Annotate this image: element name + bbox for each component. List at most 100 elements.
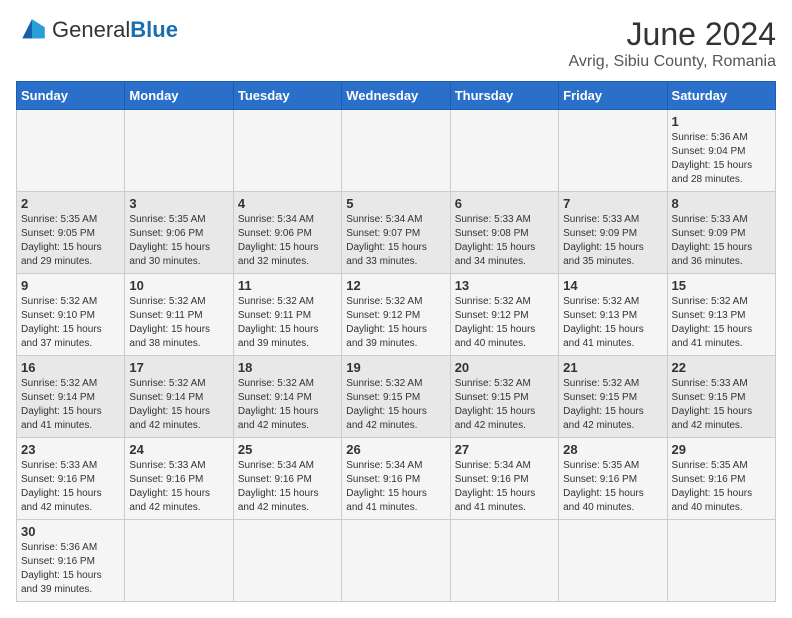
day-number: 15 (672, 278, 771, 293)
calendar-cell: 8Sunrise: 5:33 AM Sunset: 9:09 PM Daylig… (667, 192, 775, 274)
calendar-week-4: 16 Sunrise: 5:32 AM Sunset: 9:14 PM Dayli… (17, 356, 776, 438)
day-info: Sunrise: 5:36 AM Sunset: 9:16 PM Dayligh… (21, 541, 120, 597)
calendar-cell: 3Sunrise: 5:35 AM Sunset: 9:06 PM Daylig… (125, 192, 233, 274)
day-info: Sunrise: 5:32 AM Sunset: 9:14 PM Dayligh… (238, 377, 337, 433)
header-friday: Friday (559, 82, 667, 110)
title-area: June 2024 Avrig, Sibiu County, Romania (568, 16, 776, 71)
day-number: 9 (21, 278, 120, 293)
logo-text: GeneralBlue (52, 17, 178, 43)
day-number: 18 (238, 360, 337, 375)
calendar-cell: 9 Sunrise: 5:32 AM Sunset: 9:10 PM Daylig… (17, 274, 125, 356)
calendar-cell (17, 110, 125, 192)
calendar-cell (559, 110, 667, 192)
day-info: Sunrise: 5:32 AM Sunset: 9:11 PM Dayligh… (129, 295, 228, 351)
calendar-week-5: 23 Sunrise: 5:33 AM Sunset: 9:16 PM Dayli… (17, 438, 776, 520)
day-number: 24 (129, 442, 228, 457)
calendar-cell: 21Sunrise: 5:32 AM Sunset: 9:15 PM Dayli… (559, 356, 667, 438)
calendar-week-3: 9 Sunrise: 5:32 AM Sunset: 9:10 PM Daylig… (17, 274, 776, 356)
calendar-week-2: 2 Sunrise: 5:35 AM Sunset: 9:05 PM Daylig… (17, 192, 776, 274)
calendar-cell: 17Sunrise: 5:32 AM Sunset: 9:14 PM Dayli… (125, 356, 233, 438)
header-saturday: Saturday (667, 82, 775, 110)
day-info: Sunrise: 5:34 AM Sunset: 9:06 PM Dayligh… (238, 213, 337, 269)
calendar-cell: 23 Sunrise: 5:33 AM Sunset: 9:16 PM Dayli… (17, 438, 125, 520)
day-info: Sunrise: 5:33 AM Sunset: 9:09 PM Dayligh… (672, 213, 771, 269)
day-number: 5 (346, 196, 445, 211)
calendar-cell (125, 520, 233, 602)
day-number: 7 (563, 196, 662, 211)
calendar-cell (233, 520, 341, 602)
calendar-cell: 22Sunrise: 5:33 AM Sunset: 9:15 PM Dayli… (667, 356, 775, 438)
calendar-cell: 24 Sunrise: 5:33 AM Sunset: 9:16 PM Dayli… (125, 438, 233, 520)
day-number: 21 (563, 360, 662, 375)
day-number: 12 (346, 278, 445, 293)
calendar-cell: 29Sunrise: 5:35 AM Sunset: 9:16 PM Dayli… (667, 438, 775, 520)
day-number: 27 (455, 442, 554, 457)
calendar-cell: 4 Sunrise: 5:34 AM Sunset: 9:06 PM Daylig… (233, 192, 341, 274)
day-info: Sunrise: 5:34 AM Sunset: 9:16 PM Dayligh… (346, 459, 445, 515)
calendar-cell: 12Sunrise: 5:32 AM Sunset: 9:12 PM Dayli… (342, 274, 450, 356)
day-info: Sunrise: 5:35 AM Sunset: 9:05 PM Dayligh… (21, 213, 120, 269)
day-info: Sunrise: 5:32 AM Sunset: 9:13 PM Dayligh… (563, 295, 662, 351)
calendar-cell (450, 520, 558, 602)
calendar-table: SundayMondayTuesdayWednesdayThursdayFrid… (16, 81, 776, 602)
day-info: Sunrise: 5:32 AM Sunset: 9:12 PM Dayligh… (455, 295, 554, 351)
day-info: Sunrise: 5:34 AM Sunset: 9:07 PM Dayligh… (346, 213, 445, 269)
calendar-cell (125, 110, 233, 192)
header-monday: Monday (125, 82, 233, 110)
header-sunday: Sunday (17, 82, 125, 110)
calendar-cell: 7 Sunrise: 5:33 AM Sunset: 9:09 PM Daylig… (559, 192, 667, 274)
day-info: Sunrise: 5:34 AM Sunset: 9:16 PM Dayligh… (238, 459, 337, 515)
day-info: Sunrise: 5:35 AM Sunset: 9:16 PM Dayligh… (563, 459, 662, 515)
calendar-cell: 10 Sunrise: 5:32 AM Sunset: 9:11 PM Dayli… (125, 274, 233, 356)
calendar-cell: 25 Sunrise: 5:34 AM Sunset: 9:16 PM Dayli… (233, 438, 341, 520)
calendar-cell (559, 520, 667, 602)
day-number: 14 (563, 278, 662, 293)
calendar-cell: 5 Sunrise: 5:34 AM Sunset: 9:07 PM Daylig… (342, 192, 450, 274)
day-info: Sunrise: 5:35 AM Sunset: 9:16 PM Dayligh… (672, 459, 771, 515)
day-info: Sunrise: 5:35 AM Sunset: 9:06 PM Dayligh… (129, 213, 228, 269)
calendar-cell (233, 110, 341, 192)
day-info: Sunrise: 5:33 AM Sunset: 9:08 PM Dayligh… (455, 213, 554, 269)
header-wednesday: Wednesday (342, 82, 450, 110)
calendar-cell: 6 Sunrise: 5:33 AM Sunset: 9:08 PM Daylig… (450, 192, 558, 274)
calendar-cell: 20 Sunrise: 5:32 AM Sunset: 9:15 PM Dayli… (450, 356, 558, 438)
day-info: Sunrise: 5:32 AM Sunset: 9:10 PM Dayligh… (21, 295, 120, 351)
day-info: Sunrise: 5:32 AM Sunset: 9:15 PM Dayligh… (455, 377, 554, 433)
calendar-cell: 14 Sunrise: 5:32 AM Sunset: 9:13 PM Dayli… (559, 274, 667, 356)
calendar-cell: 30 Sunrise: 5:36 AM Sunset: 9:16 PM Dayli… (17, 520, 125, 602)
day-info: Sunrise: 5:33 AM Sunset: 9:09 PM Dayligh… (563, 213, 662, 269)
calendar-cell: 15Sunrise: 5:32 AM Sunset: 9:13 PM Dayli… (667, 274, 775, 356)
day-info: Sunrise: 5:34 AM Sunset: 9:16 PM Dayligh… (455, 459, 554, 515)
calendar-week-1: 1Sunrise: 5:36 AM Sunset: 9:04 PM Daylig… (17, 110, 776, 192)
day-number: 4 (238, 196, 337, 211)
calendar-cell: 26 Sunrise: 5:34 AM Sunset: 9:16 PM Dayli… (342, 438, 450, 520)
day-number: 25 (238, 442, 337, 457)
logo-general: General (52, 17, 130, 42)
day-info: Sunrise: 5:32 AM Sunset: 9:14 PM Dayligh… (21, 377, 120, 433)
month-title: June 2024 (568, 16, 776, 53)
header: GeneralBlue June 2024 Avrig, Sibiu Count… (16, 16, 776, 71)
day-info: Sunrise: 5:33 AM Sunset: 9:16 PM Dayligh… (129, 459, 228, 515)
calendar-cell (342, 110, 450, 192)
day-number: 16 (21, 360, 120, 375)
day-info: Sunrise: 5:32 AM Sunset: 9:15 PM Dayligh… (346, 377, 445, 433)
day-info: Sunrise: 5:33 AM Sunset: 9:15 PM Dayligh… (672, 377, 771, 433)
day-number: 30 (21, 524, 120, 539)
header-thursday: Thursday (450, 82, 558, 110)
calendar-cell: 27 Sunrise: 5:34 AM Sunset: 9:16 PM Dayli… (450, 438, 558, 520)
day-info: Sunrise: 5:32 AM Sunset: 9:14 PM Dayligh… (129, 377, 228, 433)
day-number: 20 (455, 360, 554, 375)
header-tuesday: Tuesday (233, 82, 341, 110)
day-number: 10 (129, 278, 228, 293)
calendar-cell (342, 520, 450, 602)
calendar-cell: 2 Sunrise: 5:35 AM Sunset: 9:05 PM Daylig… (17, 192, 125, 274)
day-number: 2 (21, 196, 120, 211)
logo-icon (16, 16, 48, 44)
day-info: Sunrise: 5:33 AM Sunset: 9:16 PM Dayligh… (21, 459, 120, 515)
day-number: 23 (21, 442, 120, 457)
calendar-cell: 19Sunrise: 5:32 AM Sunset: 9:15 PM Dayli… (342, 356, 450, 438)
day-number: 6 (455, 196, 554, 211)
calendar-cell: 28Sunrise: 5:35 AM Sunset: 9:16 PM Dayli… (559, 438, 667, 520)
day-number: 26 (346, 442, 445, 457)
logo-blue: Blue (130, 17, 178, 42)
